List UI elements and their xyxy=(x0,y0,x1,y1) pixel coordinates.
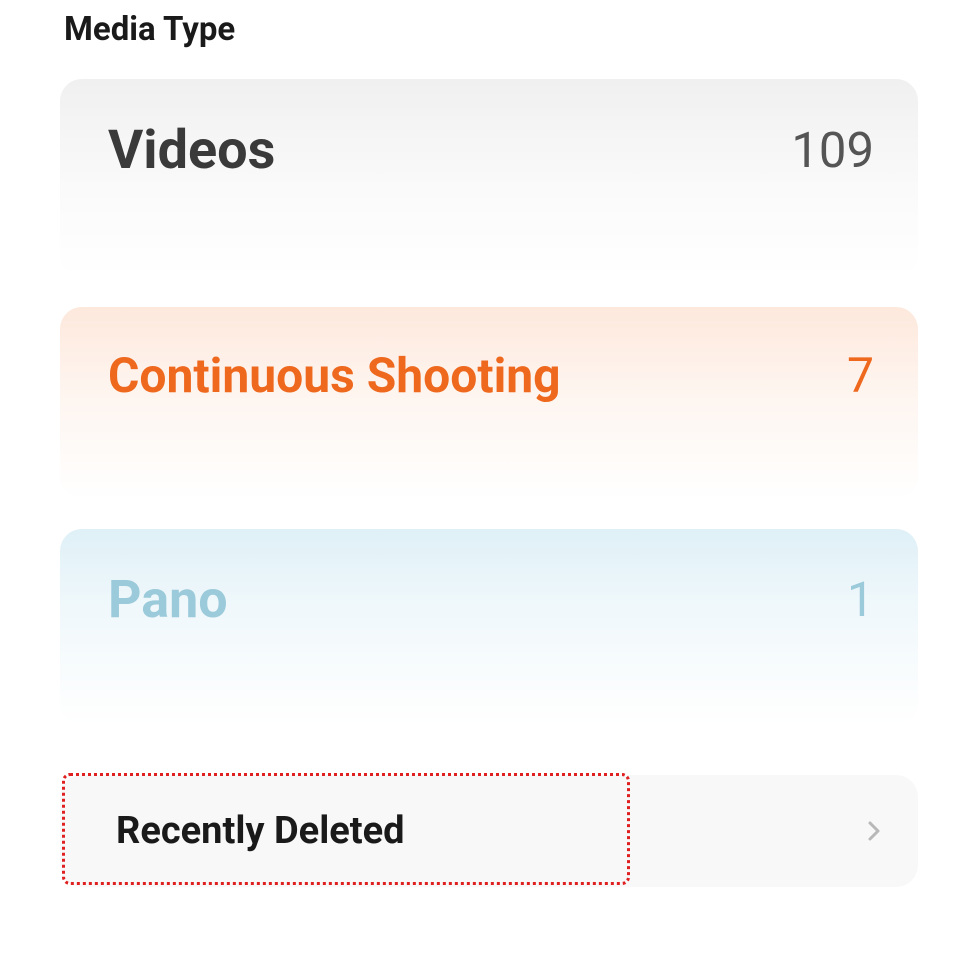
media-card-pano[interactable]: Pano 1 xyxy=(60,529,918,725)
recently-deleted-wrapper: Recently Deleted xyxy=(60,775,918,887)
section-header: Media Type xyxy=(0,0,978,49)
media-label-videos: Videos xyxy=(108,119,275,182)
section-title: Media Type xyxy=(64,10,235,49)
media-count-videos: 109 xyxy=(791,122,874,179)
media-count-pano: 1 xyxy=(847,571,874,628)
recently-deleted-label: Recently Deleted xyxy=(116,809,405,853)
media-label-pano: Pano xyxy=(108,569,228,630)
recently-deleted-row[interactable]: Recently Deleted xyxy=(60,775,918,887)
media-card-videos[interactable]: Videos 109 xyxy=(60,79,918,277)
media-count-continuous: 7 xyxy=(847,347,874,404)
chevron-right-icon xyxy=(862,819,886,843)
media-type-list: Videos 109 Continuous Shooting 7 Pano 1 … xyxy=(0,49,978,887)
media-card-continuous-shooting[interactable]: Continuous Shooting 7 xyxy=(60,307,918,499)
media-label-continuous: Continuous Shooting xyxy=(108,347,561,404)
